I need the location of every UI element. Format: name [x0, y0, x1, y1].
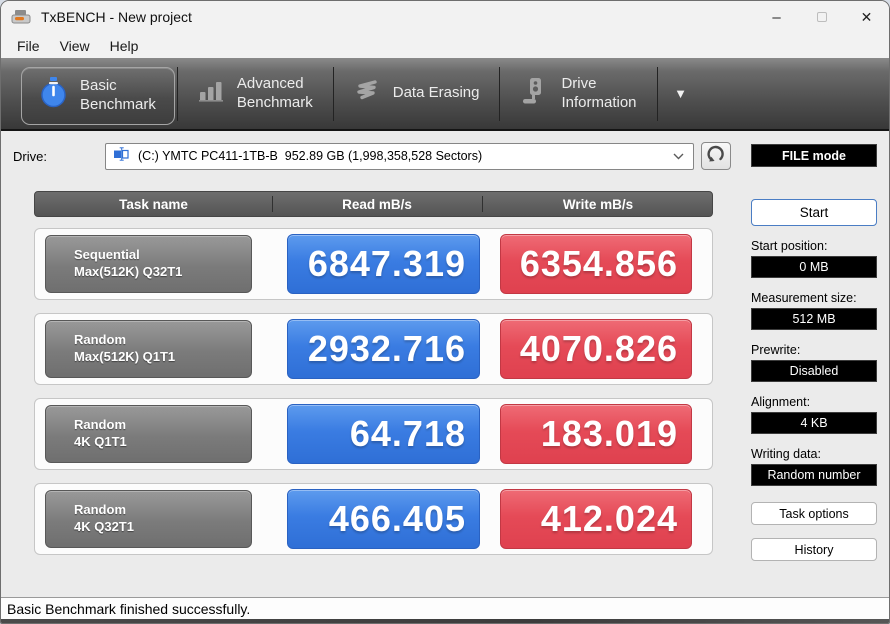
window-titlebar: TxBENCH - New project – ✕: [1, 1, 889, 33]
toolbar-separator: [656, 66, 658, 121]
maximize-button[interactable]: [799, 1, 844, 33]
header-task-name: Task name: [119, 196, 188, 212]
tab-data-erasing[interactable]: Data Erasing: [336, 66, 498, 122]
bar-chart-icon: [198, 78, 224, 109]
writing-data-label: Writing data:: [751, 447, 821, 461]
header-write-mbs: Write mB/s: [482, 192, 714, 216]
drive-select[interactable]: (C:) YMTC PC411-1TB-B 952.89 GB (1,998,3…: [105, 142, 694, 170]
write-value-box: 6354.856: [500, 234, 692, 294]
task-options-button[interactable]: Task options: [751, 502, 877, 525]
tab-advanced-benchmark[interactable]: Advanced Benchmark: [180, 66, 331, 122]
table-row: Sequential Max(512K) Q32T1 6847.319 6354…: [34, 228, 713, 300]
start-position-label: Start position:: [751, 239, 828, 253]
tab-drive-information[interactable]: Drive Information: [502, 66, 654, 122]
toolbar-separator: [176, 66, 178, 121]
menubar: File View Help: [1, 33, 889, 58]
task-button-random-4k-q1t1[interactable]: Random 4K Q1T1: [45, 405, 252, 463]
read-value-box: 2932.716: [287, 319, 480, 379]
benchmark-results: Task name Read mB/s Write mB/s Sequentia…: [34, 191, 713, 555]
drive-label: Drive:: [13, 148, 47, 164]
chevron-down-icon: [673, 147, 684, 165]
status-text: Basic Benchmark finished successfully.: [7, 600, 251, 617]
tab-data-erasing-label: Data Erasing: [392, 84, 480, 102]
history-button[interactable]: History: [751, 538, 877, 561]
file-mode-button[interactable]: FILE mode: [751, 144, 877, 167]
read-value-box: 64.718: [287, 404, 480, 464]
task-button-sequential-max[interactable]: Sequential Max(512K) Q32T1: [45, 235, 252, 293]
measurement-size-value[interactable]: 512 MB: [751, 308, 877, 330]
write-value-box: 183.019: [500, 404, 692, 464]
toolbar-separator: [499, 66, 501, 121]
app-icon: [11, 8, 33, 26]
refresh-drives-button[interactable]: [701, 142, 731, 170]
task-button-random-max[interactable]: Random Max(512K) Q1T1: [45, 320, 252, 378]
measurement-size-label: Measurement size:: [751, 291, 857, 305]
drive-selected-value: (C:) YMTC PC411-1TB-B 952.89 GB (1,998,3…: [138, 149, 483, 163]
write-value-box: 412.024: [500, 489, 692, 549]
write-value-box: 4070.826: [500, 319, 692, 379]
triangle-down-icon: ▼: [674, 86, 687, 101]
main-panel: Drive: (C:) YMTC PC411-1TB-B 952.89 GB (…: [1, 131, 741, 597]
toolbar: Basic Benchmark Advanced Benchmark Data …: [1, 58, 889, 131]
start-button[interactable]: Start: [751, 199, 877, 226]
toolbar-separator: [332, 66, 334, 121]
tab-basic-benchmark[interactable]: Basic Benchmark: [21, 66, 175, 125]
menu-item-view[interactable]: View: [50, 36, 100, 56]
maximize-icon: [816, 12, 827, 22]
table-row: Random Max(512K) Q1T1 2932.716 4070.826: [34, 313, 713, 385]
table-row: Random 4K Q32T1 466.405 412.024: [34, 483, 713, 555]
drive-row: Drive: (C:) YMTC PC411-1TB-B 952.89 GB (…: [13, 142, 741, 170]
content-area: Drive: (C:) YMTC PC411-1TB-B 952.89 GB (…: [1, 131, 889, 597]
sidebar: FILE mode Start Start position: 0 MB Mea…: [741, 131, 889, 597]
header-read-mbs: Read mB/s: [272, 192, 482, 216]
drive-icon: [520, 77, 548, 110]
tab-advanced-benchmark-label: Advanced Benchmark: [236, 75, 313, 111]
table-row: Random 4K Q1T1 64.718 183.019: [34, 398, 713, 470]
close-button[interactable]: ✕: [844, 1, 889, 33]
minimize-button[interactable]: –: [754, 1, 799, 33]
alignment-value[interactable]: 4 KB: [751, 412, 877, 434]
writing-data-value[interactable]: Random number: [751, 464, 877, 486]
stopwatch-icon: [40, 77, 67, 114]
app-window: TxBENCH - New project – ✕ File View Help…: [0, 0, 890, 624]
prewrite-value[interactable]: Disabled: [751, 360, 877, 382]
start-position-value[interactable]: 0 MB: [751, 256, 877, 278]
read-value-box: 6847.319: [287, 234, 480, 294]
refresh-icon: [707, 145, 725, 168]
menu-item-help[interactable]: Help: [100, 36, 149, 56]
toolbar-more-button[interactable]: ▼: [660, 66, 702, 122]
window-title: TxBENCH - New project: [41, 9, 192, 25]
task-button-random-4k-q32t1[interactable]: Random 4K Q32T1: [45, 490, 252, 548]
eraser-scribble-icon: [354, 78, 380, 109]
results-table-header: Task name Read mB/s Write mB/s: [34, 191, 713, 217]
drive-partition-icon: [113, 146, 131, 166]
tab-basic-benchmark-label: Basic Benchmark: [80, 77, 156, 113]
read-value-box: 466.405: [287, 489, 480, 549]
prewrite-label: Prewrite:: [751, 343, 801, 357]
tab-drive-information-label: Drive Information: [561, 75, 637, 111]
statusbar: Basic Benchmark finished successfully.: [1, 597, 889, 619]
alignment-label: Alignment:: [751, 395, 811, 409]
menu-item-file[interactable]: File: [7, 36, 50, 56]
window-bottom-edge: [1, 619, 889, 623]
